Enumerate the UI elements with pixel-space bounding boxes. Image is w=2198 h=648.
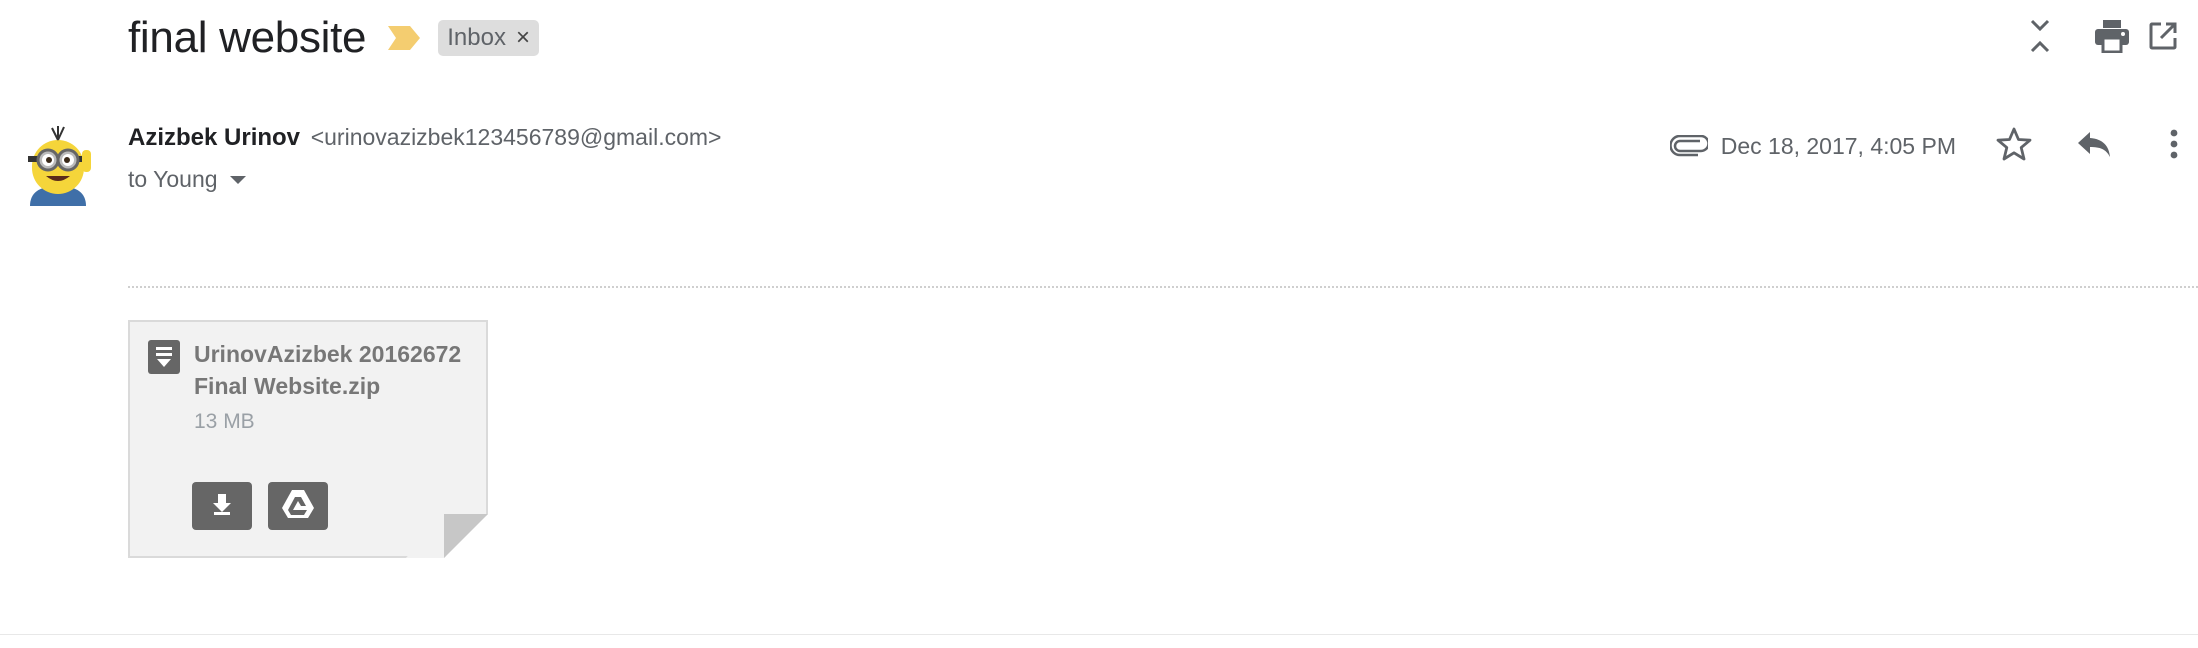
save-to-drive-button[interactable] [268, 482, 328, 530]
email-subject: final website [128, 13, 367, 62]
message-body-divider [128, 286, 2198, 288]
more-vertical-icon [2170, 129, 2178, 164]
recipient-details-toggle[interactable]: to Young [128, 166, 246, 193]
sender-line: Azizbek Urinov <urinovazizbek123456789@g… [128, 124, 721, 152]
page-curl-decoration [406, 514, 488, 558]
thread-actions [2004, 18, 2198, 58]
collapse-all-button[interactable] [2004, 18, 2076, 58]
open-in-new-window-icon [2148, 21, 2178, 56]
print-icon [2094, 19, 2130, 58]
attachment-file-name: UrinovAzizbek 20162672 Final Website.zip [194, 341, 462, 399]
archive-file-icon [148, 340, 180, 374]
star-icon [1996, 127, 2032, 166]
paperclip-icon [1669, 129, 1709, 163]
sender-avatar[interactable] [18, 122, 98, 206]
download-attachment-button[interactable] [192, 482, 252, 530]
open-in-new-window-button[interactable] [2148, 18, 2198, 58]
print-button[interactable] [2076, 18, 2148, 58]
bottom-divider [0, 634, 2198, 635]
reply-icon [2076, 130, 2112, 163]
sender-email: <urinovazizbek123456789@gmail.com> [310, 124, 722, 150]
remove-label-button[interactable]: × [516, 26, 530, 50]
attachment-file-size: 13 MB [194, 410, 255, 433]
inbox-label-text: Inbox [447, 24, 506, 51]
collapse-all-icon [2028, 18, 2052, 59]
recipient-text: to Young [128, 166, 218, 192]
message-date: Dec 18, 2017, 4:05 PM [1720, 132, 1956, 159]
reply-button[interactable] [2072, 124, 2116, 168]
attachment-card[interactable]: UrinovAzizbek 20162672 Final Website.zip… [128, 320, 488, 558]
minion-avatar-icon [28, 126, 91, 206]
more-options-button[interactable] [2152, 124, 2196, 168]
inbox-label-chip[interactable]: Inbox × [438, 20, 539, 56]
label-important-icon[interactable] [388, 26, 421, 50]
star-button[interactable] [1992, 124, 2036, 168]
google-drive-icon [281, 489, 315, 524]
chevron-down-icon [229, 175, 246, 184]
download-icon [211, 493, 233, 520]
subject-row: final website Inbox × [128, 6, 539, 70]
sender-name[interactable]: Azizbek Urinov [128, 124, 300, 151]
message-meta: Dec 18, 2017, 4:05 PM [1669, 124, 2198, 168]
